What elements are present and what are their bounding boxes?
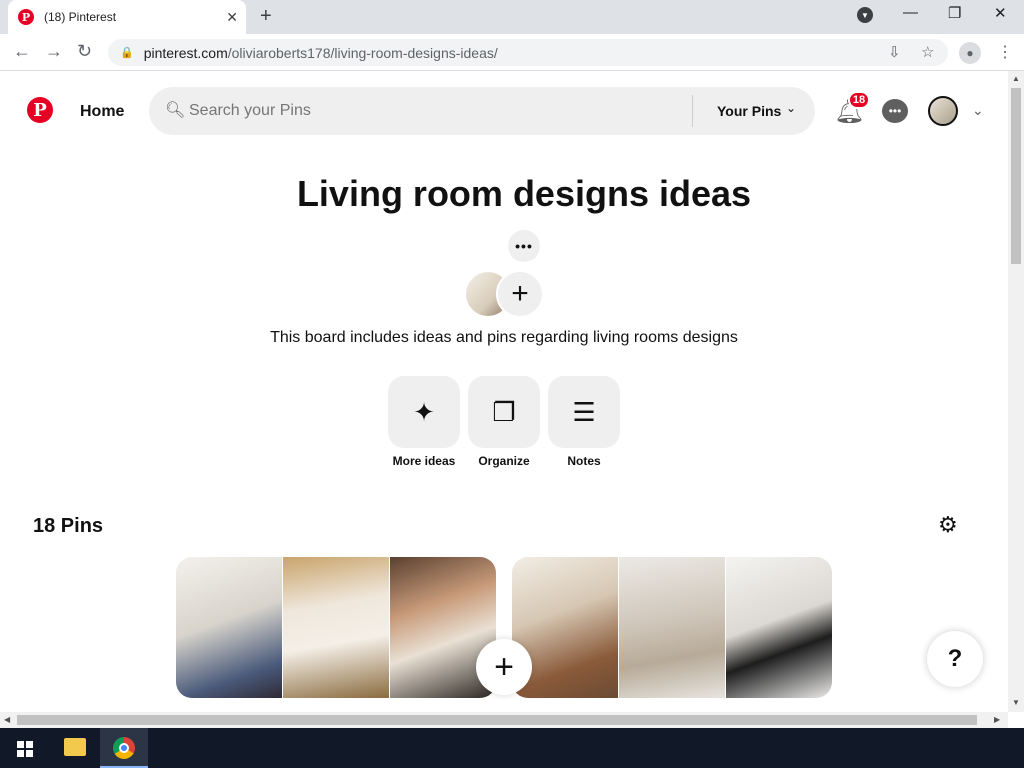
bookmark-star-icon[interactable]: ☆ xyxy=(921,43,934,61)
browser-menu-icon[interactable]: ⋮ xyxy=(997,42,1013,62)
messages-icon[interactable]: ••• xyxy=(882,99,908,123)
pin-image xyxy=(176,557,283,698)
add-pin-button[interactable]: + xyxy=(476,639,532,695)
account-chevron-down-icon[interactable]: ⌄ xyxy=(972,102,984,119)
scroll-down-icon[interactable]: ▼ xyxy=(1012,698,1020,707)
forward-icon[interactable]: → xyxy=(45,41,63,62)
pin-image xyxy=(619,557,726,698)
browser-tab-bar: P (18) Pinterest ✕ + ▼ — ❐ ✕ xyxy=(0,0,1024,34)
new-tab-icon[interactable]: + xyxy=(260,5,272,28)
notification-badge: 18 xyxy=(848,91,870,109)
chrome-icon xyxy=(113,737,135,759)
board-title: Living room designs ideas xyxy=(296,173,752,214)
more-ideas-button[interactable]: ✦ More ideas xyxy=(388,376,460,468)
pin-image xyxy=(283,557,390,698)
scroll-up-icon[interactable]: ▲ xyxy=(1012,74,1020,83)
more-options-icon[interactable]: ••• xyxy=(508,230,540,262)
organize-button[interactable]: ❐ Organize xyxy=(468,376,540,468)
board-description: This board includes ideas and pins regar… xyxy=(270,329,738,346)
notes-icon: ☰ xyxy=(548,376,620,448)
more-ideas-label: More ideas xyxy=(392,454,456,468)
restore-icon[interactable]: ❐ xyxy=(948,4,961,22)
search-divider xyxy=(692,95,693,127)
pinterest-favicon-icon: P xyxy=(18,9,34,25)
pin-image xyxy=(726,557,832,698)
back-icon[interactable]: ← xyxy=(13,41,31,62)
sparkle-icon: ✦ xyxy=(388,376,460,448)
search-bar: 🔍︎ Your Pins ⌄ xyxy=(149,87,815,135)
notes-button[interactable]: ☰ Notes xyxy=(548,376,620,468)
notes-label: Notes xyxy=(567,454,601,468)
vertical-scroll-thumb[interactable] xyxy=(1011,88,1021,264)
tab-search-icon[interactable]: ▼ xyxy=(857,7,873,23)
filter-settings-icon[interactable]: ⚙︎ xyxy=(938,512,958,538)
file-explorer-icon[interactable] xyxy=(64,738,86,756)
scroll-right-icon[interactable]: ▶ xyxy=(994,715,1000,724)
minimize-icon[interactable]: — xyxy=(903,4,918,21)
os-taskbar xyxy=(0,728,1024,768)
windows-start-icon[interactable] xyxy=(17,741,33,757)
board-section-card[interactable] xyxy=(176,557,496,698)
close-tab-icon[interactable]: ✕ xyxy=(226,9,238,26)
page-content: P Home 🔍︎ Your Pins ⌄ 🔔︎ 18 ••• ⌄ Living… xyxy=(0,71,1008,712)
chevron-down-icon[interactable]: ⌄ xyxy=(786,101,796,115)
chrome-taskbar-button[interactable] xyxy=(100,728,148,768)
search-icon: 🔍︎ xyxy=(165,102,186,119)
home-link[interactable]: Home xyxy=(80,103,124,121)
address-bar[interactable]: 🔒 pinterest.com/oliviaroberts178/living-… xyxy=(108,39,948,66)
board-section-card[interactable] xyxy=(512,557,832,698)
browser-toolbar: ← → ↻ 🔒 pinterest.com/oliviaroberts178/l… xyxy=(0,34,1024,71)
profile-icon[interactable]: ● xyxy=(959,42,981,64)
install-app-icon[interactable]: ⇩ xyxy=(888,43,901,61)
organize-icon: ❐ xyxy=(468,376,540,448)
scroll-left-icon[interactable]: ◀ xyxy=(4,715,10,724)
tab-title: (18) Pinterest xyxy=(44,10,117,24)
pin-count: 18 Pins xyxy=(33,515,104,537)
your-pins-dropdown[interactable]: Your Pins xyxy=(717,103,781,119)
vertical-scrollbar[interactable]: ▲ ▼ xyxy=(1008,71,1024,712)
add-collaborator-button[interactable]: + xyxy=(496,270,544,318)
organize-label: Organize xyxy=(478,454,530,468)
horizontal-scroll-thumb[interactable] xyxy=(17,715,977,725)
browser-tab[interactable]: P (18) Pinterest ✕ xyxy=(8,0,246,34)
lock-icon[interactable]: 🔒 xyxy=(120,46,134,59)
reload-icon[interactable]: ↻ xyxy=(77,41,92,62)
url-host: pinterest.com xyxy=(143,44,228,61)
pinterest-logo-icon[interactable]: P xyxy=(27,97,53,123)
close-window-icon[interactable]: ✕ xyxy=(994,4,1007,22)
search-input[interactable] xyxy=(189,99,669,123)
horizontal-scrollbar[interactable]: ◀ ▶ xyxy=(0,712,1008,728)
avatar[interactable] xyxy=(928,96,958,126)
url-path: /oliviaroberts178/living-room-designs-id… xyxy=(227,44,498,61)
help-button[interactable]: ? xyxy=(927,631,983,687)
